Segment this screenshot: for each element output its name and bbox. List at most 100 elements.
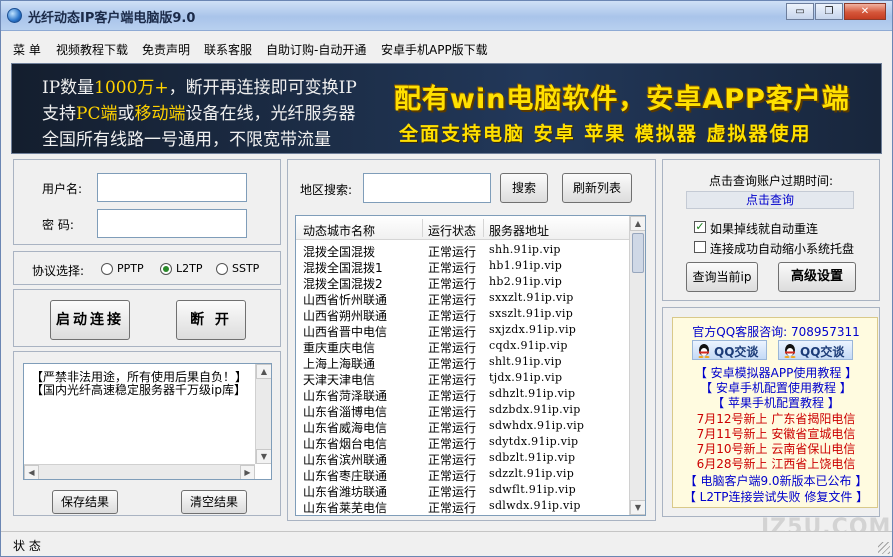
server-list[interactable]: 动态城市名称 运行状态 服务器地址 混拨全国混拨 正常运行 shh.91ip.vip… (295, 215, 646, 516)
link-l2tp-fix[interactable]: 【 L2TP连接尝试失败 修复文件 】 (673, 488, 879, 505)
status-bar: 状 态 (1, 531, 892, 556)
expire-time-label: 点击查询账户过期时间: (708, 174, 834, 188)
disconnect-button[interactable]: 断 开 (176, 300, 246, 340)
qq-penguin-icon (784, 344, 796, 358)
table-row[interactable]: 山东省莱芜电信 正常运行 sdlwdx.91ip.vip (296, 498, 630, 515)
scroll-up-arrow-icon[interactable]: ▲ (630, 216, 645, 231)
table-row[interactable]: 山西省朔州联通 正常运行 sxszlt.91ip.vip (296, 306, 630, 323)
table-row[interactable]: 混拨全国混拨1 正常运行 hb1.91ip.vip (296, 258, 630, 275)
login-panel: 用户名: 密 码: (13, 159, 281, 245)
title-bar[interactable]: 光纤动态IP客户端电脑版9.0 ▭ ❐ ✕ (1, 1, 892, 31)
qq-chat-button-2[interactable]: QQ交谈 (778, 340, 853, 360)
auto-reconnect-checkbox[interactable]: ✓ (694, 221, 706, 233)
qq-chat-label: QQ交谈 (800, 345, 845, 359)
cell-address: cqdx.91ip.vip (489, 339, 568, 352)
scroll-down-arrow-icon[interactable]: ▼ (630, 500, 645, 515)
menu-video-tutorial[interactable]: 视频教程下载 (56, 41, 128, 58)
clear-results-button[interactable]: 清空结果 (181, 490, 247, 514)
table-row[interactable]: 山东省淄博电信 正常运行 sdzbdx.91ip.vip (296, 402, 630, 419)
resize-grip-icon[interactable] (878, 542, 890, 554)
menu-android-app[interactable]: 安卓手机APP版下载 (381, 41, 488, 58)
table-row[interactable]: 山东省滨州联通 正常运行 sdbzlt.91ip.vip (296, 450, 630, 467)
column-header-city[interactable]: 动态城市名称 (303, 222, 375, 239)
scroll-thumb[interactable] (632, 233, 644, 273)
radio-sstp-label: SSTP (232, 262, 260, 275)
window-title: 光纤动态IP客户端电脑版9.0 (28, 11, 196, 26)
link-iphone-tutorial[interactable]: 【 苹果手机配置教程 】 (673, 394, 879, 411)
cell-address: sdhzlt.91ip.vip (489, 387, 576, 400)
table-row[interactable]: 山东省潍坊联通 正常运行 sdwflt.91ip.vip (296, 482, 630, 499)
radio-sstp[interactable] (216, 263, 228, 275)
radio-l2tp[interactable] (160, 263, 172, 275)
log-textarea[interactable]: 【严禁非法用途，所有使用后果自负！】 【国内光纤高速稳定服务器千万级ip库】 ▲… (23, 363, 272, 480)
table-row[interactable]: 天津天津电信 正常运行 tjdx.91ip.vip (296, 370, 630, 387)
close-button[interactable]: ✕ (844, 3, 886, 20)
menu-disclaimer[interactable]: 免责声明 (142, 41, 190, 58)
table-row[interactable]: 混拨全国混拨 正常运行 shh.91ip.vip (296, 242, 630, 259)
column-header-address[interactable]: 服务器地址 (489, 222, 549, 239)
app-window: 光纤动态IP客户端电脑版9.0 ▭ ❐ ✕ 菜 单 视频教程下载 免责声明 联系… (0, 0, 893, 557)
cell-address: shh.91ip.vip (489, 243, 561, 256)
cell-address: shlt.91ip.vip (489, 355, 562, 368)
qq-penguin-icon (698, 344, 710, 358)
table-row[interactable]: 山东省菏泽联通 正常运行 sdhzlt.91ip.vip (296, 386, 630, 403)
column-header-status[interactable]: 运行状态 (428, 222, 476, 239)
query-expire-link[interactable]: 点击查询 (686, 191, 854, 209)
minimize-button[interactable]: ▭ (786, 3, 814, 20)
scroll-right-arrow-icon[interactable]: ▶ (240, 465, 255, 479)
app-globe-icon (7, 8, 22, 23)
banner-line-1: IP数量1000万+，断开再连接即可变换IP (42, 78, 357, 98)
connect-panel: 启动连接 断 开 (13, 289, 281, 347)
info-panel: 官方QQ客服咨询: 708957311 QQ交谈 QQ交谈 【 安卓模拟器APP… (672, 317, 878, 508)
link-new-version[interactable]: 【 电脑客户端9.0新版本已公布 】 (673, 472, 879, 489)
news-item[interactable]: 6月28号新上 江西省上饶电信 (673, 455, 879, 472)
refresh-list-button[interactable]: 刷新列表 (562, 173, 632, 203)
table-row[interactable]: 混拨全国混拨2 正常运行 hb2.91ip.vip (296, 274, 630, 291)
menu-contact-support[interactable]: 联系客服 (204, 41, 252, 58)
menu-bar: 菜 单 视频教程下载 免责声明 联系客服 自助订购-自动开通 安卓手机APP版下… (1, 35, 892, 61)
log-vertical-scrollbar[interactable]: ▲ ▼ (255, 364, 271, 464)
cell-address: sdzzlt.91ip.vip (489, 467, 575, 480)
cell-address: sdlwdx.91ip.vip (489, 499, 581, 512)
table-row[interactable]: 重庆重庆电信 正常运行 cqdx.91ip.vip (296, 338, 630, 355)
cell-address: sdzbdx.91ip.vip (489, 403, 581, 416)
banner-line-3: 全国所有线路一号通用，不限宽带流量 (42, 130, 331, 150)
scroll-left-arrow-icon[interactable]: ◀ (24, 465, 39, 479)
table-row[interactable]: 山西省忻州联通 正常运行 sxxzlt.91ip.vip (296, 290, 630, 307)
account-panel: 点击查询账户过期时间: 点击查询 ✓ 如果掉线就自动重连 连接成功自动缩小系统托… (662, 159, 880, 301)
save-results-button[interactable]: 保存结果 (52, 490, 118, 514)
search-button[interactable]: 搜索 (500, 173, 548, 203)
promo-banner[interactable]: IP数量1000万+，断开再连接即可变换IP 支持PC端或移动端设备在线，光纤服… (11, 63, 882, 154)
protocol-panel: 协议选择: PPTP L2TP SSTP (13, 251, 281, 285)
cell-address: sdytdx.91ip.vip (489, 435, 579, 448)
table-row[interactable]: 上海上海联通 正常运行 shlt.91ip.vip (296, 354, 630, 371)
password-label: 密 码: (42, 218, 74, 232)
query-current-ip-button[interactable]: 查询当前ip (686, 262, 758, 292)
status-label: 状 态 (13, 539, 41, 553)
qq-support-line: 官方QQ客服咨询: 708957311 (692, 325, 860, 339)
table-row[interactable]: 山东省烟台电信 正常运行 sdytdx.91ip.vip (296, 434, 630, 451)
log-horizontal-scrollbar[interactable]: ◀ ▶ (24, 464, 255, 479)
maximize-button[interactable]: ❐ (815, 3, 843, 20)
cell-address: sdbzlt.91ip.vip (489, 451, 576, 464)
scroll-down-arrow-icon[interactable]: ▼ (256, 449, 271, 464)
table-row[interactable]: 山东省枣庄联通 正常运行 sdzzlt.91ip.vip (296, 466, 630, 483)
auto-reconnect-label: 如果掉线就自动重连 (710, 222, 819, 236)
menu-self-order[interactable]: 自助订购-自动开通 (266, 41, 366, 58)
connect-button[interactable]: 启动连接 (50, 300, 130, 340)
menu-main[interactable]: 菜 单 (13, 41, 41, 58)
server-list-scrollbar[interactable]: ▲ ▼ (629, 216, 645, 515)
auto-minimize-checkbox[interactable] (694, 241, 706, 253)
cell-address: tjdx.91ip.vip (489, 371, 563, 384)
scroll-up-arrow-icon[interactable]: ▲ (256, 364, 271, 379)
advanced-settings-button[interactable]: 高级设置 (778, 262, 856, 292)
table-row[interactable]: 山东省威海电信 正常运行 sdwhdx.91ip.vip (296, 418, 630, 435)
password-input[interactable] (97, 209, 247, 238)
table-row[interactable]: 山西省晋中电信 正常运行 sxjzdx.91ip.vip (296, 322, 630, 339)
username-label: 用户名: (42, 182, 83, 196)
region-search-input[interactable] (363, 173, 491, 203)
radio-pptp[interactable] (101, 263, 113, 275)
username-input[interactable] (97, 173, 247, 202)
cell-address: sxjzdx.91ip.vip (489, 323, 577, 336)
qq-chat-button-1[interactable]: QQ交谈 (692, 340, 767, 360)
